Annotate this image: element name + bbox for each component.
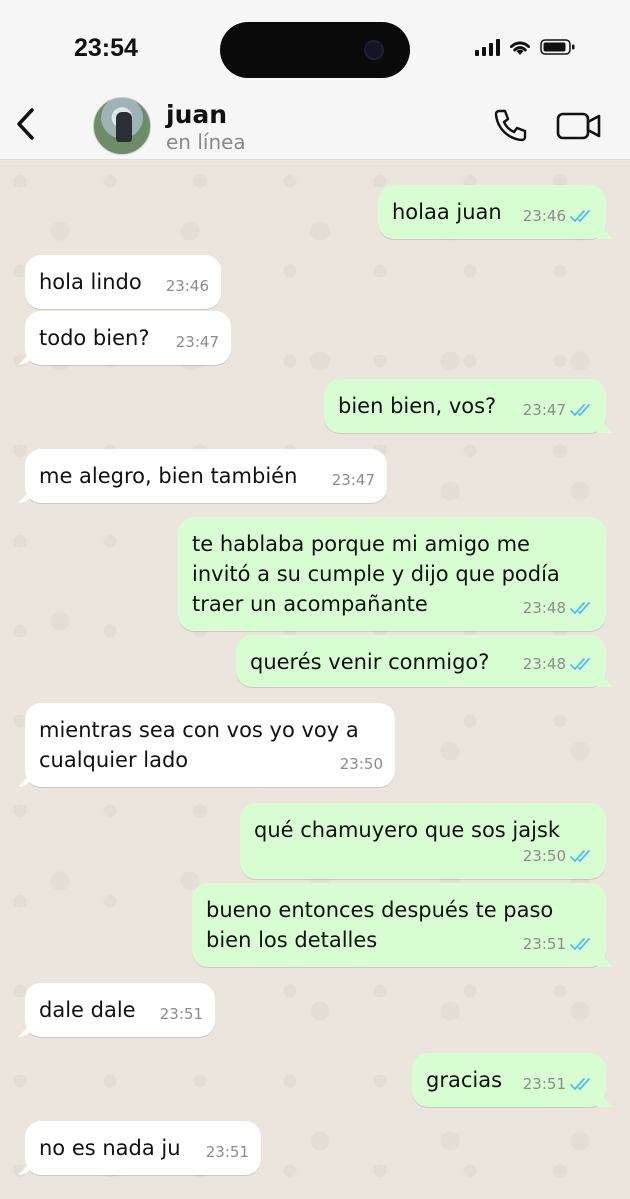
- incoming-message[interactable]: mientras sea con vos yo voy a cualquier …: [25, 703, 395, 787]
- incoming-message[interactable]: no es nada ju 23:51: [25, 1121, 261, 1175]
- signal-icon: [475, 38, 500, 56]
- outgoing-message[interactable]: qué chamuyero que sos jajsk 23:50: [240, 803, 606, 879]
- battery-icon: [540, 39, 575, 55]
- message-text: me alegro, bien también: [39, 464, 298, 488]
- message-time: 23:50: [339, 755, 383, 773]
- double-check-icon: [570, 658, 590, 670]
- outgoing-message[interactable]: gracias 23:51: [412, 1053, 606, 1107]
- message-meta: 23:51: [523, 1069, 594, 1099]
- status-time: 23:54: [74, 34, 138, 62]
- message-time: 23:51: [159, 1005, 203, 1023]
- message-time: 23:47: [522, 401, 566, 419]
- contact-name[interactable]: juan: [166, 100, 227, 129]
- double-check-icon: [570, 210, 590, 222]
- status-icons: [475, 38, 576, 56]
- message-time: 23:48: [522, 599, 566, 617]
- avatar[interactable]: [93, 97, 151, 155]
- incoming-message[interactable]: hola lindo 23:46: [25, 255, 221, 309]
- double-check-icon: [570, 938, 590, 950]
- message-meta: 23:50: [523, 841, 594, 871]
- chat-area[interactable]: holaa juan 23:46 hola lindo 23:46 todo bien?…: [0, 161, 630, 1199]
- incoming-message[interactable]: dale dale 23:51: [25, 983, 215, 1037]
- incoming-message[interactable]: me alegro, bien también 23:47: [25, 449, 387, 503]
- message-meta: 23:47: [332, 465, 375, 495]
- incoming-message[interactable]: todo bien? 23:47: [25, 311, 231, 365]
- dynamic-island: [220, 22, 410, 78]
- outgoing-message[interactable]: querés venir conmigo? 23:48: [236, 635, 606, 687]
- message-meta: 23:51: [523, 929, 594, 959]
- wifi-icon: [510, 41, 530, 55]
- message-meta: 23:47: [523, 395, 594, 425]
- outgoing-message[interactable]: te hablaba porque mi amigo me invitó a s…: [178, 517, 606, 631]
- message-time: 23:48: [522, 655, 566, 673]
- message-meta: 23:46: [166, 271, 209, 301]
- video-camera-icon[interactable]: [556, 110, 602, 142]
- double-check-icon: [570, 850, 590, 862]
- message-meta: 23:48: [523, 593, 594, 623]
- message-time: 23:50: [522, 847, 566, 865]
- message-time: 23:47: [175, 333, 219, 351]
- double-check-icon: [570, 602, 590, 614]
- avatar-figure: [116, 112, 132, 142]
- message-time: 23:51: [205, 1143, 249, 1161]
- message-time: 23:46: [522, 207, 566, 225]
- message-time: 23:46: [165, 277, 209, 295]
- top-bar: 23:54 juan en línea: [0, 0, 630, 160]
- message-meta: 23:46: [523, 201, 594, 231]
- message-time: 23:51: [522, 935, 566, 953]
- outgoing-message[interactable]: bueno entonces después te paso bien los …: [192, 883, 606, 967]
- message-text: mientras sea con vos yo voy a cualquier …: [39, 718, 359, 772]
- message-meta: 23:47: [176, 327, 219, 357]
- contact-status: en línea: [166, 130, 246, 154]
- message-meta: 23:48: [523, 649, 594, 679]
- phone-icon[interactable]: [490, 106, 530, 146]
- camera-icon: [364, 40, 384, 60]
- chevron-left-icon[interactable]: [12, 104, 42, 144]
- message-meta: 23:51: [206, 1137, 249, 1167]
- double-check-icon: [570, 1078, 590, 1090]
- message-time: 23:51: [522, 1075, 566, 1093]
- outgoing-message[interactable]: bien bien, vos? 23:47: [324, 379, 606, 433]
- message-meta: 23:50: [340, 749, 383, 779]
- message-meta: 23:51: [160, 999, 203, 1029]
- double-check-icon: [570, 404, 590, 416]
- message-time: 23:47: [331, 471, 375, 489]
- outgoing-message[interactable]: holaa juan 23:46: [378, 185, 606, 239]
